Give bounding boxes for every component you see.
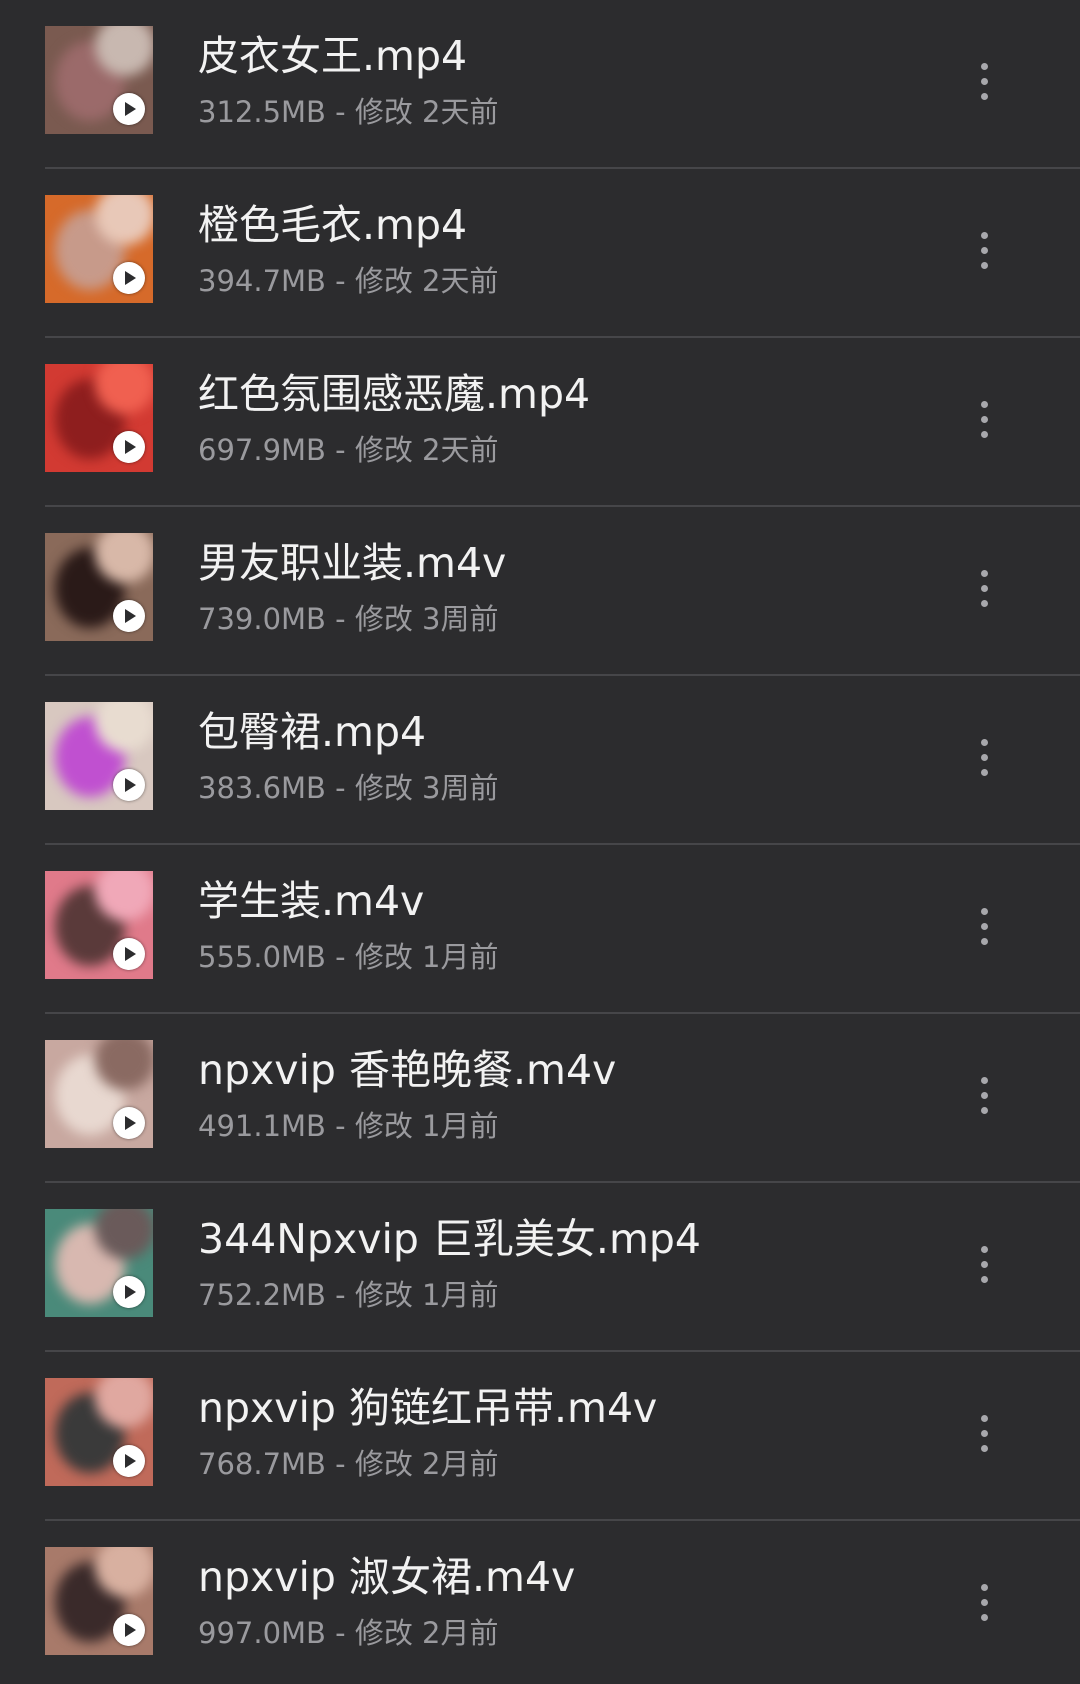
play-icon bbox=[113, 1445, 145, 1477]
file-name: npxvip 淑女裙.m4v bbox=[198, 1553, 576, 1601]
list-item[interactable]: 344Npxvip 巨乳美女.mp4 752.2MB - 修改 1月前 bbox=[0, 1183, 1080, 1352]
file-meta: 312.5MB - 修改 2天前 bbox=[198, 95, 499, 129]
play-icon bbox=[113, 431, 145, 463]
list-item[interactable]: 包臀裙.mp4 383.6MB - 修改 3周前 bbox=[0, 676, 1080, 845]
play-icon bbox=[113, 1107, 145, 1139]
file-meta: 697.9MB - 修改 2天前 bbox=[198, 433, 499, 467]
video-thumbnail[interactable] bbox=[45, 26, 153, 134]
more-options-icon[interactable] bbox=[966, 565, 1002, 613]
list-item[interactable]: 学生装.m4v 555.0MB - 修改 1月前 bbox=[0, 845, 1080, 1014]
file-name: 包臀裙.mp4 bbox=[198, 708, 427, 756]
more-options-icon[interactable] bbox=[966, 227, 1002, 275]
play-icon bbox=[113, 262, 145, 294]
list-item[interactable]: 男友职业装.m4v 739.0MB - 修改 3周前 bbox=[0, 507, 1080, 676]
file-meta: 555.0MB - 修改 1月前 bbox=[198, 940, 499, 974]
play-icon bbox=[113, 1276, 145, 1308]
file-name: 学生装.m4v bbox=[198, 877, 425, 925]
more-options-icon[interactable] bbox=[966, 58, 1002, 106]
video-thumbnail[interactable] bbox=[45, 1547, 153, 1655]
video-thumbnail[interactable] bbox=[45, 1040, 153, 1148]
file-meta: 768.7MB - 修改 2月前 bbox=[198, 1447, 499, 1481]
video-thumbnail[interactable] bbox=[45, 533, 153, 641]
file-name: npxvip 香艳晚餐.m4v bbox=[198, 1046, 617, 1094]
play-icon bbox=[113, 938, 145, 970]
file-name: 皮衣女王.mp4 bbox=[198, 32, 468, 80]
video-thumbnail[interactable] bbox=[45, 364, 153, 472]
file-meta: 491.1MB - 修改 1月前 bbox=[198, 1109, 499, 1143]
file-meta: 752.2MB - 修改 1月前 bbox=[198, 1278, 499, 1312]
list-item[interactable]: npxvip 狗链红吊带.m4v 768.7MB - 修改 2月前 bbox=[0, 1352, 1080, 1521]
more-options-icon[interactable] bbox=[966, 903, 1002, 951]
list-item[interactable]: 皮衣女王.mp4 312.5MB - 修改 2天前 bbox=[0, 0, 1080, 169]
file-meta: 997.0MB - 修改 2月前 bbox=[198, 1616, 499, 1650]
file-name: 红色氛围感恶魔.mp4 bbox=[198, 370, 591, 418]
list-item[interactable]: 橙色毛衣.mp4 394.7MB - 修改 2天前 bbox=[0, 169, 1080, 338]
file-list: 皮衣女王.mp4 312.5MB - 修改 2天前 橙色毛衣.mp4 394.7… bbox=[0, 0, 1080, 1684]
more-options-icon[interactable] bbox=[966, 734, 1002, 782]
more-options-icon[interactable] bbox=[966, 1410, 1002, 1458]
video-thumbnail[interactable] bbox=[45, 1209, 153, 1317]
play-icon bbox=[113, 93, 145, 125]
more-options-icon[interactable] bbox=[966, 396, 1002, 444]
video-thumbnail[interactable] bbox=[45, 1378, 153, 1486]
file-name: 橙色毛衣.mp4 bbox=[198, 201, 468, 249]
play-icon bbox=[113, 769, 145, 801]
more-options-icon[interactable] bbox=[966, 1072, 1002, 1120]
video-thumbnail[interactable] bbox=[45, 195, 153, 303]
more-options-icon[interactable] bbox=[966, 1241, 1002, 1289]
play-icon bbox=[113, 1614, 145, 1646]
more-options-icon[interactable] bbox=[966, 1579, 1002, 1627]
list-item[interactable]: npxvip 香艳晚餐.m4v 491.1MB - 修改 1月前 bbox=[0, 1014, 1080, 1183]
video-thumbnail[interactable] bbox=[45, 702, 153, 810]
file-name: 344Npxvip 巨乳美女.mp4 bbox=[198, 1215, 702, 1263]
list-item[interactable]: 红色氛围感恶魔.mp4 697.9MB - 修改 2天前 bbox=[0, 338, 1080, 507]
play-icon bbox=[113, 600, 145, 632]
file-name: npxvip 狗链红吊带.m4v bbox=[198, 1384, 658, 1432]
file-meta: 383.6MB - 修改 3周前 bbox=[198, 771, 499, 805]
video-thumbnail[interactable] bbox=[45, 871, 153, 979]
file-name: 男友职业装.m4v bbox=[198, 539, 507, 587]
list-item[interactable]: npxvip 淑女裙.m4v 997.0MB - 修改 2月前 bbox=[0, 1521, 1080, 1684]
file-meta: 739.0MB - 修改 3周前 bbox=[198, 602, 499, 636]
file-meta: 394.7MB - 修改 2天前 bbox=[198, 264, 499, 298]
